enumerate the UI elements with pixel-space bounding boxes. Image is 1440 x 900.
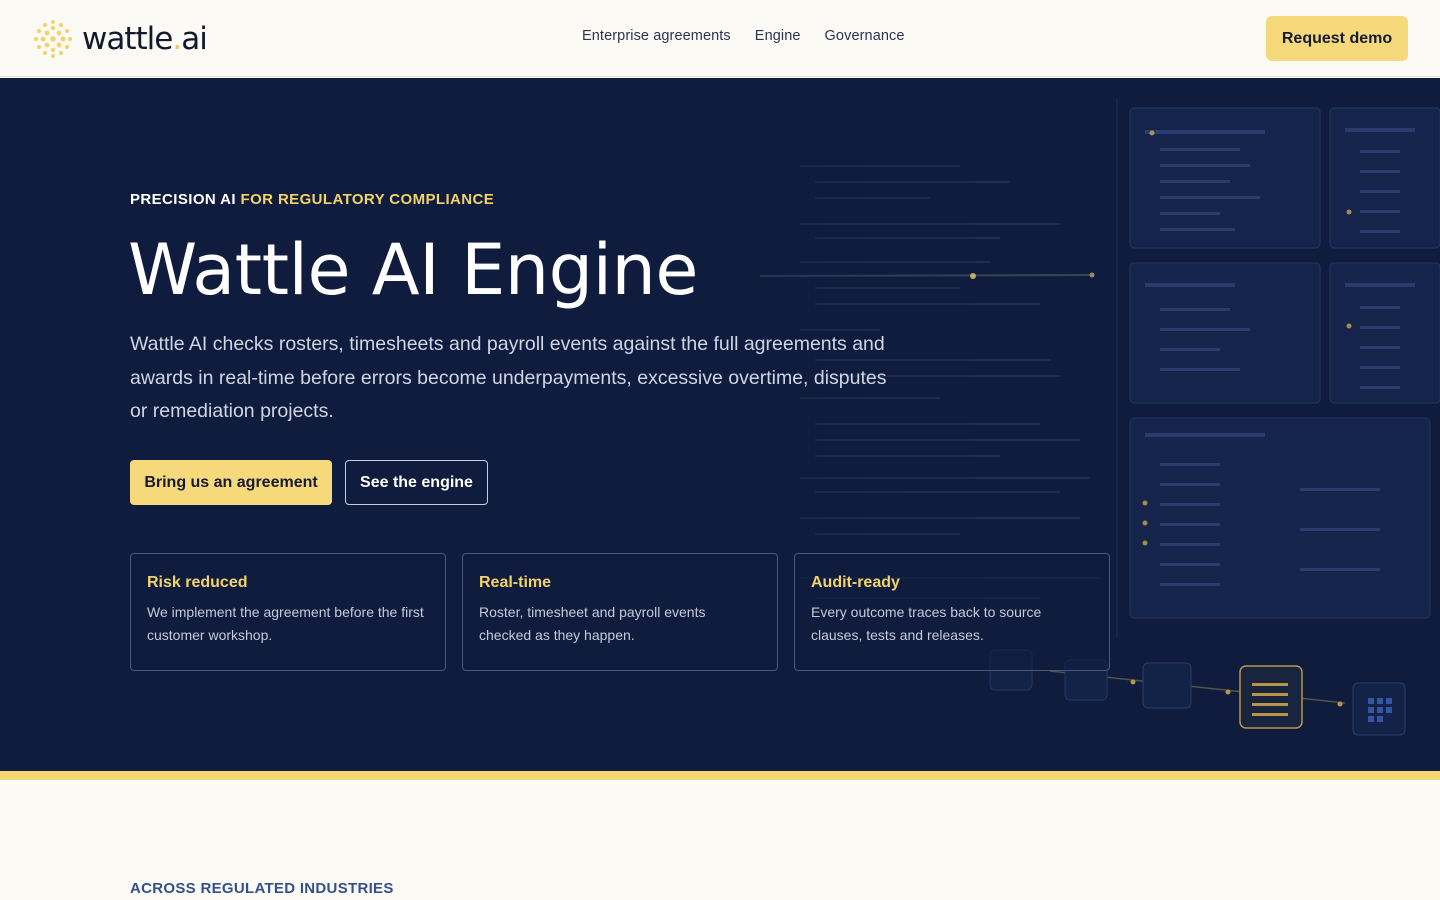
request-demo-button[interactable]: Request demo <box>1266 16 1408 61</box>
feature-card-audit: Audit-ready Every outcome traces back to… <box>794 553 1110 671</box>
main-nav: Enterprise agreements Engine Governance <box>582 28 905 44</box>
card-title: Real-time <box>479 574 552 591</box>
industries-section-label: ACROSS REGULATED INDUSTRIES <box>130 880 394 897</box>
bring-agreement-button[interactable]: Bring us an agreement <box>130 460 332 505</box>
card-text: Roster, timesheet and payroll events che… <box>479 604 706 643</box>
accent-stripe <box>0 771 1440 780</box>
nav-engine[interactable]: Engine <box>755 28 801 44</box>
card-text: Every outcome traces back to source clau… <box>811 604 1042 643</box>
card-title: Risk reduced <box>147 574 248 591</box>
nav-enterprise-agreements[interactable]: Enterprise agreements <box>582 28 731 44</box>
hero-section: PRECISION AI FOR REGULATORY COMPLIANCE W… <box>0 78 1440 771</box>
card-text: We implement the agreement before the fi… <box>147 604 424 643</box>
wattle-logo[interactable]: wattle.ai <box>32 16 208 62</box>
logo-wordmark: wattle.ai <box>82 20 208 57</box>
card-title: Audit-ready <box>811 574 900 591</box>
hero-lead: Wattle AI checks rosters, timesheets and… <box>130 333 887 422</box>
feature-card-realtime: Real-time Roster, timesheet and payroll … <box>462 553 778 671</box>
feature-card-risk: Risk reduced We implement the agreement … <box>130 553 446 671</box>
hero-eyebrow: PRECISION AI FOR REGULATORY COMPLIANCE <box>130 191 495 208</box>
site-header: wattle.ai Enterprise agreements Engine G… <box>0 0 1440 77</box>
wattle-flower-icon <box>34 20 72 58</box>
hero-title: Wattle AI Engine <box>128 229 698 311</box>
nav-governance[interactable]: Governance <box>825 28 905 44</box>
see-engine-button[interactable]: See the engine <box>345 460 488 505</box>
